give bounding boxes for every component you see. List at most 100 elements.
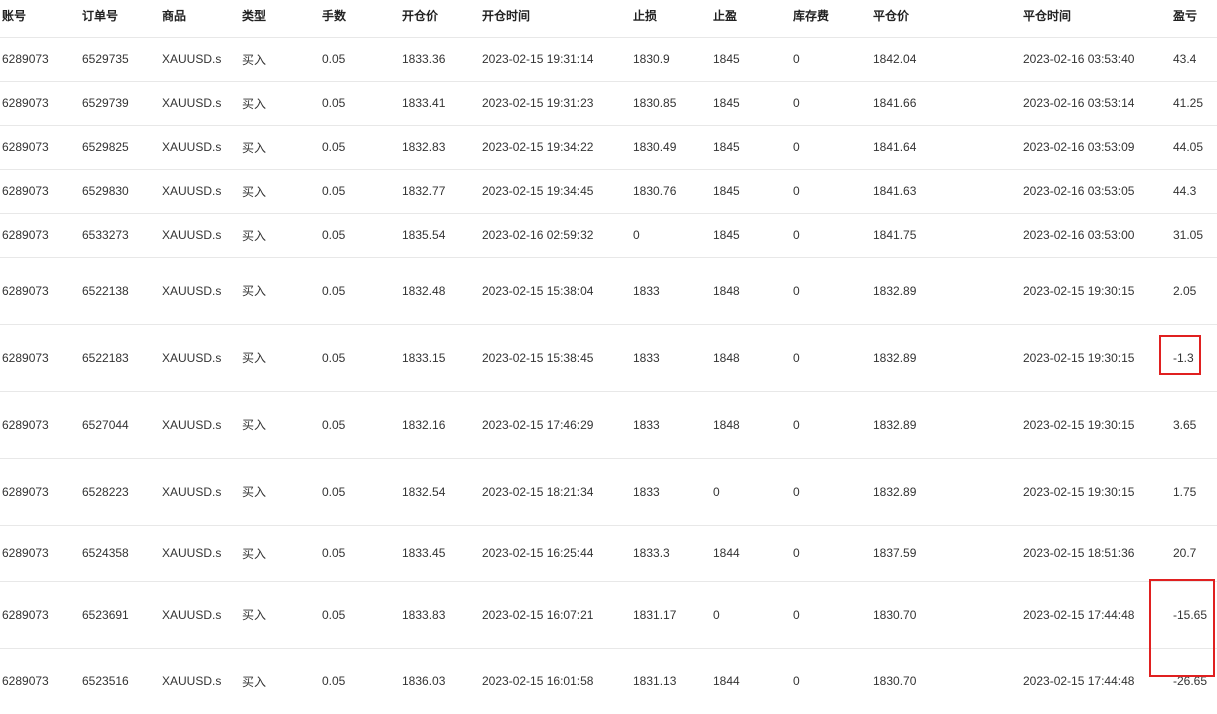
table-row[interactable]: 6289073 6529825 XAUUSD.s 买入 0.05 1832.83 2023-…	[0, 125, 1217, 170]
table-row[interactable]: 6289073 6524358 XAUUSD.s 买入 0.05 1833.45 2023-…	[0, 525, 1217, 582]
header-account[interactable]: 账号	[0, 0, 80, 38]
cell-swap: 0	[791, 257, 871, 325]
cell-take-profit: 1848	[711, 324, 791, 392]
header-symbol[interactable]: 商品	[160, 0, 240, 38]
cell-open-time: 2023-02-15 17:46:29	[480, 391, 631, 459]
cell-type: 买入	[240, 458, 320, 526]
cell-open-time: 2023-02-15 19:34:22	[480, 125, 631, 170]
cell-open-time: 2023-02-15 16:25:44	[480, 525, 631, 582]
cell-symbol: XAUUSD.s	[160, 169, 240, 214]
cell-close-time: 2023-02-16 03:53:05	[1021, 169, 1171, 214]
cell-close-time: 2023-02-16 03:53:40	[1021, 37, 1171, 82]
cell-order-id: 6528223	[80, 458, 160, 526]
cell-account: 6289073	[0, 125, 80, 170]
cell-profit: 41.25	[1171, 81, 1217, 126]
table-row[interactable]: 6289073 6523691 XAUUSD.s 买入 0.05 1833.83 2023-…	[0, 581, 1217, 649]
table-row[interactable]: 6289073 6533273 XAUUSD.s 买入 0.05 1835.54 2023-…	[0, 213, 1217, 258]
cell-account: 6289073	[0, 324, 80, 392]
cell-open-time: 2023-02-15 19:34:45	[480, 169, 631, 214]
cell-take-profit: 1845	[711, 81, 791, 126]
table-row[interactable]: 6289073 6523516 XAUUSD.s 买入 0.05 1836.03 2023-…	[0, 648, 1217, 714]
cell-stop-loss: 1830.49	[631, 125, 711, 170]
cell-lots: 0.05	[320, 81, 400, 126]
table-body: 6289073 6529735 XAUUSD.s 买入 0.05 1833.36 2023-…	[0, 37, 1217, 714]
cell-stop-loss: 1830.9	[631, 37, 711, 82]
cell-symbol: XAUUSD.s	[160, 125, 240, 170]
cell-close-time: 2023-02-16 03:53:00	[1021, 213, 1171, 258]
cell-close-price: 1841.75	[871, 213, 1021, 258]
cell-open-price: 1832.48	[400, 257, 480, 325]
header-open-time[interactable]: 开仓时间	[480, 0, 631, 38]
cell-stop-loss: 1833.3	[631, 525, 711, 582]
cell-close-price: 1841.63	[871, 169, 1021, 214]
cell-symbol: XAUUSD.s	[160, 37, 240, 82]
cell-open-time: 2023-02-15 19:31:14	[480, 37, 631, 82]
header-type[interactable]: 类型	[240, 0, 320, 38]
cell-open-price: 1833.15	[400, 324, 480, 392]
cell-stop-loss: 1833	[631, 257, 711, 325]
cell-stop-loss: 1830.85	[631, 81, 711, 126]
cell-swap: 0	[791, 125, 871, 170]
table-row[interactable]: 6289073 6529739 XAUUSD.s 买入 0.05 1833.41 2023-…	[0, 81, 1217, 126]
cell-stop-loss: 1831.13	[633, 674, 677, 689]
cell-profit: -15.65	[1171, 581, 1217, 649]
cell-account: 6289073	[0, 169, 80, 214]
cell-profit: -1.3	[1171, 324, 1217, 392]
cell-open-time: 2023-02-15 18:21:34	[480, 458, 631, 526]
cell-take-profit: 1845	[711, 213, 791, 258]
cell-account: 6289073	[0, 37, 80, 82]
cell-profit: 44.3	[1171, 169, 1217, 214]
header-stop-loss[interactable]: 止损	[631, 0, 711, 38]
header-close-price[interactable]: 平仓价	[871, 0, 1021, 38]
table-row[interactable]: 6289073 6528223 XAUUSD.s 买入 0.05 1832.54 2023-…	[0, 458, 1217, 526]
header-profit[interactable]: 盈亏	[1171, 0, 1217, 38]
cell-order-id: 6522138	[80, 257, 160, 325]
cell-close-time: 2023-02-15 19:30:15	[1021, 257, 1171, 325]
cell-type: 买入	[240, 257, 320, 325]
cell-open-price: 1836.03	[402, 674, 446, 689]
table-row[interactable]: 6289073 6529830 XAUUSD.s 买入 0.05 1832.77 2023-…	[0, 169, 1217, 214]
cell-lots: 0.05	[320, 324, 400, 392]
cell-account: 6289073	[0, 525, 80, 582]
cell-type: 买入	[242, 674, 267, 689]
cell-swap: 0	[791, 581, 871, 649]
cell-stop-loss: 1833	[631, 458, 711, 526]
header-swap[interactable]: 库存费	[791, 0, 871, 38]
cell-type: 买入	[240, 525, 320, 582]
header-lots[interactable]: 手数	[320, 0, 400, 38]
cell-take-profit: 0	[711, 581, 791, 649]
cell-open-price: 1832.54	[400, 458, 480, 526]
header-open-price[interactable]: 开仓价	[400, 0, 480, 38]
cell-stop-loss: 1833	[631, 391, 711, 459]
header-close-time[interactable]: 平仓时间	[1021, 0, 1171, 38]
cell-open-time: 2023-02-15 19:31:23	[480, 81, 631, 126]
table-row[interactable]: 6289073 6527044 XAUUSD.s 买入 0.05 1832.16 2023-…	[0, 391, 1217, 459]
table-row[interactable]: 6289073 6529735 XAUUSD.s 买入 0.05 1833.36 2023-…	[0, 37, 1217, 82]
cell-take-profit: 1848	[711, 257, 791, 325]
cell-lots: 0.05	[320, 213, 400, 258]
cell-open-price: 1833.41	[400, 81, 480, 126]
cell-type: 买入	[240, 391, 320, 459]
cell-open-price: 1832.77	[400, 169, 480, 214]
cell-open-time: 2023-02-15 15:38:04	[480, 257, 631, 325]
cell-stop-loss: 1830.76	[631, 169, 711, 214]
cell-account: 6289073	[0, 458, 80, 526]
cell-lots: 0.05	[322, 674, 346, 689]
cell-open-time: 2023-02-15 16:01:58	[482, 674, 594, 689]
cell-order-id: 6524358	[80, 525, 160, 582]
cell-symbol: XAUUSD.s	[160, 257, 240, 325]
table-row[interactable]: 6289073 6522138 XAUUSD.s 买入 0.05 1832.48 2023-…	[0, 257, 1217, 325]
header-take-profit[interactable]: 止盈	[711, 0, 791, 38]
cell-stop-loss: 1833	[631, 324, 711, 392]
cell-close-price: 1832.89	[871, 458, 1021, 526]
cell-close-time: 2023-02-15 18:51:36	[1021, 525, 1171, 582]
header-order-id[interactable]: 订单号	[80, 0, 160, 38]
table-row[interactable]: 6289073 6522183 XAUUSD.s 买入 0.05 1833.15 2023-…	[0, 324, 1217, 392]
cell-lots: 0.05	[320, 37, 400, 82]
cell-profit: 3.65	[1171, 391, 1217, 459]
cell-open-price: 1833.83	[400, 581, 480, 649]
cell-take-profit: 1844	[713, 674, 740, 689]
cell-open-price: 1832.83	[400, 125, 480, 170]
cell-lots: 0.05	[320, 125, 400, 170]
cell-close-price: 1837.59	[871, 525, 1021, 582]
